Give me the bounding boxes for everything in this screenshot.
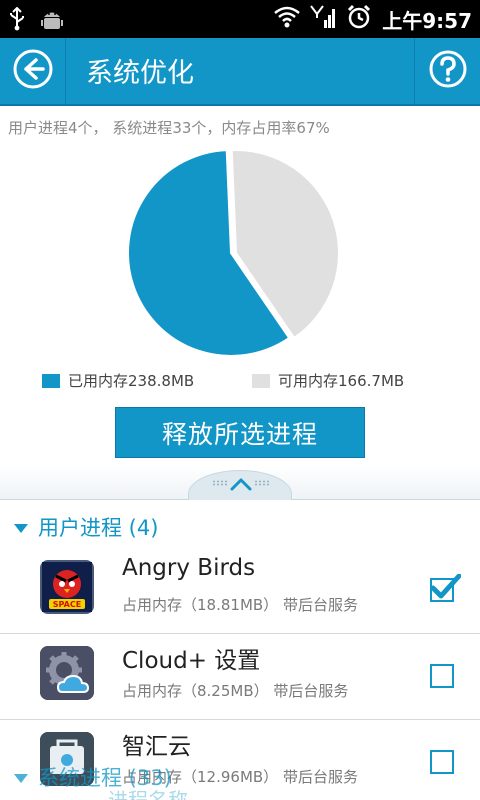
list-item[interactable]: Cloud+ 设置 占用内存（8.25MB） 带后台服务 <box>0 634 480 720</box>
release-selected-button[interactable]: 释放所选进程 <box>115 407 365 458</box>
status-bar: 上午9:57 <box>0 0 480 38</box>
handle-grip-left <box>212 480 228 486</box>
back-button[interactable] <box>0 38 66 104</box>
clock-time: 上午9:57 <box>382 8 472 33</box>
usb-icon <box>8 6 26 35</box>
legend-free: 可用内存166.7MB <box>252 370 404 391</box>
check-icon <box>431 574 461 599</box>
process-summary: 用户进程4个， 系统进程33个，内存占用率67% <box>8 119 330 137</box>
app-memory-info: 占用内存（8.25MB） 带后台服务 <box>122 682 349 700</box>
help-button[interactable] <box>414 38 480 104</box>
page-title: 系统优化 <box>86 58 194 89</box>
app-checkbox[interactable] <box>430 664 454 688</box>
chevron-up-icon <box>229 476 253 496</box>
user-process-group-header[interactable]: 用户进程 (4) <box>14 512 158 542</box>
app-name: 智汇云 <box>122 734 191 760</box>
legend-free-label: 可用内存166.7MB <box>278 372 405 390</box>
cloud-settings-icon <box>40 646 94 700</box>
app-checkbox[interactable] <box>430 750 454 774</box>
app-name: Cloud+ 设置 <box>122 648 261 674</box>
list-item[interactable]: SPACE Angry Birds 占用内存（18.81MB） 带后台服务 <box>0 548 480 634</box>
app-header: 系统优化 <box>0 38 480 106</box>
user-process-group-label: 用户进程 (4) <box>38 516 159 540</box>
legend-free-swatch <box>252 373 270 388</box>
alarm-icon <box>346 4 372 34</box>
app-checkbox[interactable] <box>430 574 461 602</box>
legend-used: 已用内存238.8MB <box>42 370 194 391</box>
expand-triangle-icon <box>14 515 28 539</box>
handle-grip-right <box>254 480 270 486</box>
wifi-icon <box>274 6 301 32</box>
app-memory-info: 占用内存（18.81MB） 带后台服务 <box>122 596 358 614</box>
svg-text:SPACE: SPACE <box>53 600 81 609</box>
signal-icon <box>310 4 336 34</box>
help-icon <box>428 49 468 93</box>
android-debug-icon <box>40 6 64 36</box>
legend-used-swatch <box>42 373 60 388</box>
app-name: Angry Birds <box>122 555 256 581</box>
legend-used-label: 已用内存238.8MB <box>68 372 195 390</box>
process-name-column-label: 进程名称 <box>108 788 188 800</box>
back-arrow-icon <box>12 48 54 94</box>
expand-triangle-icon <box>14 765 28 789</box>
angry-birds-icon: SPACE <box>40 560 94 614</box>
memory-pie-chart <box>127 150 340 357</box>
